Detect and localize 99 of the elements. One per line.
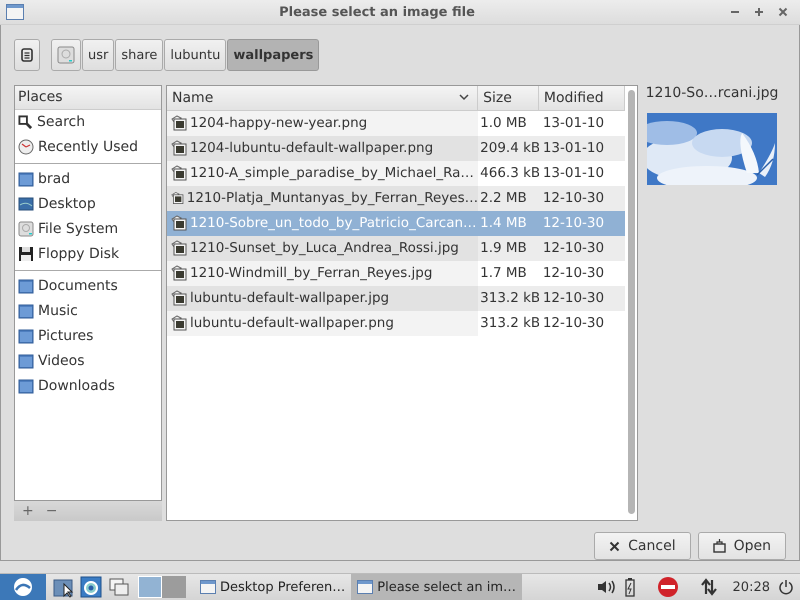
clock-icon	[18, 139, 34, 156]
browser-icon[interactable]	[80, 576, 102, 598]
folder-icon	[18, 171, 34, 188]
place-item[interactable]: Videos	[15, 348, 161, 374]
file-size: 1.7 MB	[479, 264, 528, 284]
open-button[interactable]: Open	[698, 532, 786, 560]
file-date: 12-10-30	[542, 289, 606, 308]
file-row[interactable]: 1204-lubuntu-default-wallpaper.png 209.4 kB 13-01-10	[167, 136, 625, 161]
folder-icon	[18, 378, 34, 394]
file-name: 1210-Sunset_by_Luca_Andrea_Rossi.jpg	[190, 240, 459, 256]
remove-button[interactable]: −	[46, 503, 58, 519]
place-item[interactable]: Floppy Disk	[15, 242, 161, 267]
image-file-icon	[171, 290, 187, 306]
file-date: 12-10-30	[542, 189, 606, 208]
close-icon[interactable]	[778, 7, 788, 17]
file-date: 13-01-10	[542, 139, 606, 158]
task-button[interactable]: Desktop Preferen…	[194, 574, 352, 600]
file-name: 1210-Platja_Muntanyas_by_Ferran_Reyes…	[186, 190, 478, 206]
maximize-icon[interactable]	[754, 7, 764, 17]
place-item[interactable]: Pictures	[15, 324, 161, 349]
file-name: 1210-A_simple_paradise_by_Michael_Ra…	[190, 165, 474, 182]
cancel-button[interactable]: Cancel	[594, 532, 691, 560]
windows-icon[interactable]	[108, 576, 130, 598]
file-date: 12-10-30	[542, 264, 606, 284]
place-item[interactable]: Music	[15, 298, 161, 324]
file-date: 12-10-30	[542, 314, 606, 334]
box-icon	[712, 539, 726, 553]
path-button[interactable]: lubuntu	[164, 39, 226, 72]
path-button[interactable]: share	[115, 39, 164, 72]
disk-button[interactable]	[51, 39, 81, 72]
column-header[interactable]: Name	[167, 86, 478, 110]
place-item[interactable]: Recently Used	[15, 134, 161, 160]
menu-button[interactable]	[0, 574, 46, 600]
battery-icon[interactable]	[624, 577, 635, 597]
no-entry-icon[interactable]	[656, 576, 679, 598]
text-entry-icon	[21, 48, 33, 62]
place-item[interactable]: Downloads	[15, 374, 161, 399]
scrollbar[interactable]	[628, 90, 635, 514]
add-button[interactable]: +	[22, 503, 34, 519]
file-date: 12-10-30	[542, 239, 606, 258]
image-file-icon	[171, 140, 187, 156]
column-header[interactable]: Size	[478, 86, 539, 110]
floppy-icon	[18, 246, 34, 262]
speaker-icon[interactable]	[596, 579, 617, 595]
file-name: 1204-lubuntu-default-wallpaper.png	[190, 140, 434, 156]
place-item[interactable]: brad	[15, 166, 161, 192]
file-size: 1.4 MB	[479, 214, 528, 234]
image-file-icon	[171, 215, 187, 232]
file-size: 1.0 MB	[479, 114, 528, 134]
up-down-arrows-icon[interactable]	[700, 578, 717, 596]
folder-icon	[18, 303, 34, 320]
file-date: 12-10-30	[542, 214, 606, 234]
folder-icon	[18, 353, 34, 370]
place-item[interactable]: File System	[15, 216, 161, 242]
image-file-icon	[171, 115, 187, 132]
folder-icon	[18, 278, 34, 294]
file-row[interactable]: 1210-Platja_Muntanyas_by_Ferran_Reyes…2.2 MB 12-10-30	[167, 186, 625, 211]
file-date: 13-01-10	[542, 114, 606, 134]
file-size: 1.9 MB	[479, 239, 528, 258]
monitor-icon	[18, 196, 34, 212]
file-size: 209.4 kB	[479, 139, 539, 158]
file-name: 1210-Windmill_by_Ferran_Reyes.jpg	[190, 265, 432, 282]
file-row[interactable]: lubuntu-default-wallpaper.jpg 313.2 kB 12-10-30	[167, 286, 625, 311]
task-button[interactable]: Please select an im…	[351, 574, 522, 600]
file-name: 1210-Sobre_un_todo_by_Patricio_Carcan…	[190, 215, 477, 232]
path-button[interactable]: usr	[82, 39, 114, 72]
window-title: Please select an image file	[278, 4, 476, 20]
search-icon	[18, 114, 33, 130]
file-name: lubuntu-default-wallpaper.jpg	[190, 290, 390, 306]
logo-icon	[13, 577, 33, 597]
close-icon	[609, 540, 620, 552]
file-size: 466.3 kB	[479, 164, 539, 184]
image-file-icon	[171, 315, 187, 332]
image-file-icon	[171, 240, 187, 256]
clock[interactable]: 20:28	[732, 580, 770, 594]
preview-filename: 1210-So…rcani.jpg	[646, 84, 778, 101]
place-item[interactable]: Documents	[15, 274, 161, 299]
path-button[interactable]: wallpapers	[227, 39, 320, 72]
place-item[interactable]: Search	[15, 110, 161, 135]
column-header[interactable]: Places	[15, 86, 161, 110]
image-file-icon	[171, 265, 187, 282]
file-date: 13-01-10	[542, 164, 606, 184]
file-name: 1204-happy-new-year.png	[190, 115, 368, 132]
column-header[interactable]: Modified	[538, 86, 625, 110]
file-size: 2.2 MB	[479, 189, 528, 208]
power-icon[interactable]	[778, 579, 794, 595]
file-row[interactable]: 1210-Sunset_by_Luca_Andrea_Rossi.jpg 1.9 MB 12-10-30	[167, 236, 625, 261]
file-size: 313.2 kB	[479, 289, 539, 308]
file-name: lubuntu-default-wallpaper.png	[190, 315, 394, 332]
window-icon	[6, 4, 24, 20]
location-toggle-button[interactable]	[14, 39, 40, 72]
window-icon	[200, 580, 216, 594]
image-file-icon	[171, 165, 187, 182]
image-file-icon	[171, 190, 184, 206]
place-item[interactable]: Desktop	[15, 192, 161, 217]
window-icon	[357, 580, 374, 594]
folder-icon	[18, 328, 34, 344]
file-size: 313.2 kB	[479, 314, 539, 334]
chevron-down-icon	[459, 94, 470, 102]
